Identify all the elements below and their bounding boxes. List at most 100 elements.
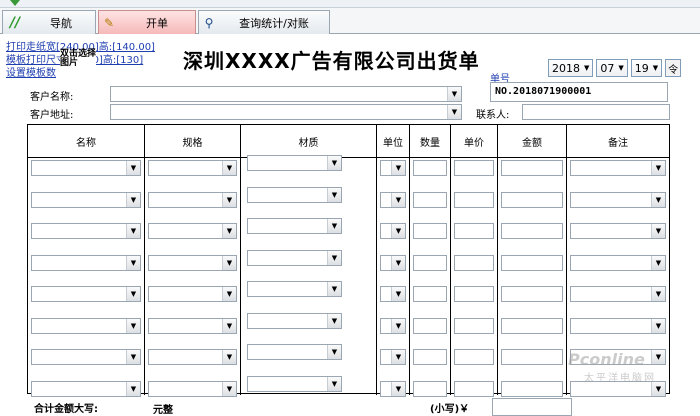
price-input[interactable] [454,223,494,239]
chevron-down-icon: ▼ [327,345,341,359]
name-select[interactable]: ▼ [31,349,141,365]
chevron-down-icon: ▼ [126,381,140,396]
price-input[interactable] [454,160,494,176]
price-input[interactable] [454,254,494,271]
spec-select[interactable]: ▼ [148,254,237,271]
price-input[interactable] [454,191,494,208]
amount-input[interactable] [501,223,563,239]
amount-input[interactable] [501,317,563,334]
customer-name-select[interactable]: ▼ [110,86,462,102]
spec-select[interactable]: ▼ [148,223,237,239]
spec-select[interactable]: ▼ [148,286,237,302]
chevron-down-icon: ▼ [391,192,405,207]
chevron-down-icon: ▼ [651,255,665,270]
spec-select[interactable]: ▼ [148,380,237,397]
chevron-down-icon: ▼ [126,255,140,270]
name-select[interactable]: ▼ [31,160,141,176]
amount-input[interactable] [501,191,563,208]
day-select[interactable]: 19 ▼ [630,59,663,77]
double-click-image-hint[interactable]: 双击选择图片 [60,50,96,68]
amount-input[interactable] [501,349,563,365]
tab-create-order[interactable]: ✎ 开单 [98,10,196,34]
chevron-down-icon: ▼ [651,161,665,175]
material-select[interactable]: ▼ [247,312,342,329]
material-select[interactable]: ▼ [247,186,342,203]
quantity-input[interactable] [413,349,447,365]
tab-label: 导航 [50,16,72,30]
chevron-down-icon: ▼ [126,350,140,364]
material-select[interactable]: ▼ [247,218,342,234]
unit-select[interactable]: ▼ [380,191,406,208]
amount-input[interactable] [501,160,563,176]
remark-select[interactable]: ▼ [570,160,666,176]
unit-select[interactable]: ▼ [380,223,406,239]
unit-select[interactable]: ▼ [380,349,406,365]
amount-input[interactable] [501,286,563,302]
unit-select[interactable]: ▼ [380,380,406,397]
remark-select[interactable]: ▼ [570,317,666,334]
customer-address-select[interactable]: ▼ [110,104,462,120]
unit-select[interactable]: ▼ [380,254,406,271]
today-button[interactable]: 令 [665,59,682,77]
name-select[interactable]: ▼ [31,254,141,271]
set-template-count-link[interactable]: 设置模板数 [6,67,155,80]
tab-navigation[interactable]: // 导航 [2,10,96,34]
spec-select[interactable]: ▼ [148,191,237,208]
remark-select[interactable]: ▼ [570,286,666,302]
material-select[interactable]: ▼ [247,249,342,266]
table-header-divider [28,157,669,158]
unit-select[interactable]: ▼ [380,286,406,302]
amount-input[interactable] [501,254,563,271]
chevron-down-icon: ▼ [651,350,665,364]
chevron-down-icon: ▼ [126,224,140,238]
name-select[interactable]: ▼ [31,317,141,334]
tab-query-stats[interactable]: ⚲ 查询统计/对账 [198,10,330,34]
chevron-down-icon: ▼ [391,287,405,301]
column-header-material: 材质 [298,137,319,149]
material-select[interactable]: ▼ [247,155,342,171]
navigation-icon: // [9,14,21,31]
remark-select[interactable]: ▼ [570,191,666,208]
year-select[interactable]: 2018 ▼ [548,59,594,77]
quantity-input[interactable] [413,380,447,397]
unit-select[interactable]: ▼ [380,160,406,176]
material-select[interactable]: ▼ [247,375,342,392]
binoculars-icon: ⚲ [204,15,214,30]
customer-address-label: 客户地址: [30,110,74,121]
spec-select[interactable]: ▼ [148,349,237,365]
chevron-down-icon: ▼ [327,282,341,296]
month-select[interactable]: 07 ▼ [596,59,628,77]
contact-input[interactable] [522,104,670,120]
quantity-input[interactable] [413,191,447,208]
unit-select[interactable]: ▼ [380,317,406,334]
tab-label: 开单 [146,16,168,30]
material-select[interactable]: ▼ [247,344,342,360]
remark-select[interactable]: ▼ [570,254,666,271]
small-amount-input[interactable] [492,398,572,416]
quantity-input[interactable] [413,223,447,239]
spec-select[interactable]: ▼ [148,160,237,176]
contact-label: 联系人: [476,110,510,121]
quantity-input[interactable] [413,254,447,271]
price-input[interactable] [454,317,494,334]
price-input[interactable] [454,380,494,397]
chevron-down-icon: ▼ [222,287,236,301]
watermark-subtext: 太平洋电脑网 [584,373,656,384]
date-picker: 2018 ▼ 07 ▼ 19 ▼ 令 [548,59,682,77]
name-select[interactable]: ▼ [31,380,141,397]
column-divider [376,125,377,395]
quantity-input[interactable] [413,286,447,302]
quantity-input[interactable] [413,160,447,176]
amount-input[interactable] [501,380,563,397]
name-select[interactable]: ▼ [31,223,141,239]
name-select[interactable]: ▼ [31,191,141,208]
quantity-input[interactable] [413,317,447,334]
chevron-down-icon: ▼ [222,350,236,364]
material-select[interactable]: ▼ [247,281,342,297]
remark-select[interactable]: ▼ [570,223,666,239]
spec-select[interactable]: ▼ [148,317,237,334]
price-input[interactable] [454,349,494,365]
price-input[interactable] [454,286,494,302]
doc-number-field[interactable]: NO.2018071900001 [490,82,668,102]
name-select[interactable]: ▼ [31,286,141,302]
